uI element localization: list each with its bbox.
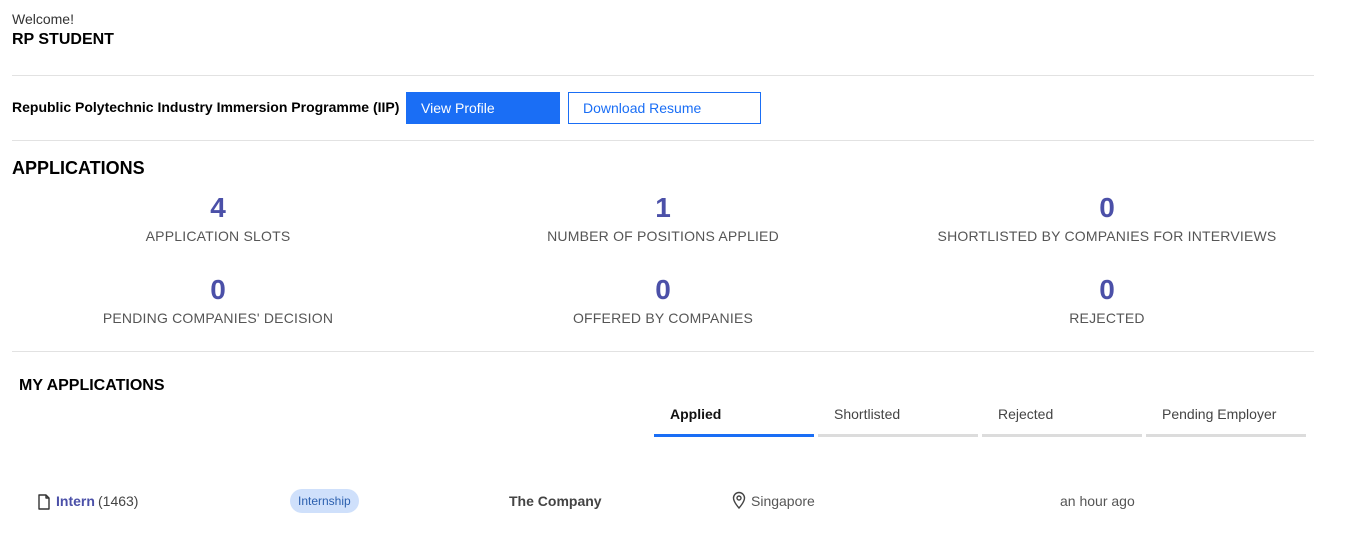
my-applications-title: MY APPLICATIONS <box>19 377 165 394</box>
tab-applied[interactable]: Applied <box>654 400 814 437</box>
applied-time: an hour ago <box>1060 493 1135 509</box>
view-profile-button[interactable]: View Profile <box>406 92 560 124</box>
tab-shortlisted[interactable]: Shortlisted <box>818 400 978 437</box>
stat-label: REJECTED <box>1069 310 1145 326</box>
download-resume-button[interactable]: Download Resume <box>568 92 761 124</box>
application-row: Intern (1463) Internship The Company Sin… <box>0 486 1349 516</box>
application-tabs: Applied Shortlisted Rejected Pending Emp… <box>654 400 1310 437</box>
location-pin-icon <box>731 491 747 512</box>
stat-label: PENDING COMPANIES' DECISION <box>102 310 334 326</box>
stat-rejected: 0 REJECTED <box>897 274 1317 326</box>
stat-value: 0 <box>1099 192 1115 223</box>
stat-label: NUMBER OF POSITIONS APPLIED <box>547 228 779 244</box>
stat-pending-decision: 0 PENDING COMPANIES' DECISION <box>8 274 428 326</box>
stat-value: 4 <box>210 192 226 223</box>
stat-label: APPLICATION SLOTS <box>145 228 291 244</box>
stat-positions-applied: 1 NUMBER OF POSITIONS APPLIED <box>453 192 873 244</box>
application-title-link[interactable]: Intern <box>56 493 95 509</box>
stat-offered: 0 OFFERED BY COMPANIES <box>453 274 873 326</box>
location-text: Singapore <box>751 493 815 509</box>
stat-value: 0 <box>210 274 226 305</box>
tab-rejected[interactable]: Rejected <box>982 400 1142 437</box>
divider <box>12 75 1314 76</box>
stat-label: OFFERED BY COMPANIES <box>572 310 754 326</box>
welcome-text: Welcome! <box>12 11 74 27</box>
stat-value: 0 <box>655 274 671 305</box>
programme-name: Republic Polytechnic Industry Immersion … <box>12 99 400 115</box>
username: RP STUDENT <box>12 31 114 48</box>
applications-title: APPLICATIONS <box>12 158 145 178</box>
divider <box>12 140 1314 141</box>
company-name: The Company <box>509 493 602 509</box>
tab-pending-employer[interactable]: Pending Employer <box>1146 400 1306 437</box>
job-type-badge: Internship <box>290 489 359 513</box>
stat-value: 1 <box>655 192 671 223</box>
stat-application-slots: 4 APPLICATION SLOTS <box>8 192 428 244</box>
application-id: (1463) <box>98 493 139 509</box>
document-icon <box>37 494 51 513</box>
stat-shortlisted: 0 SHORTLISTED BY COMPANIES FOR INTERVIEW… <box>897 192 1317 244</box>
stat-label: SHORTLISTED BY COMPANIES FOR INTERVIEWS <box>937 228 1277 244</box>
divider <box>12 351 1314 352</box>
stat-value: 0 <box>1099 274 1115 305</box>
